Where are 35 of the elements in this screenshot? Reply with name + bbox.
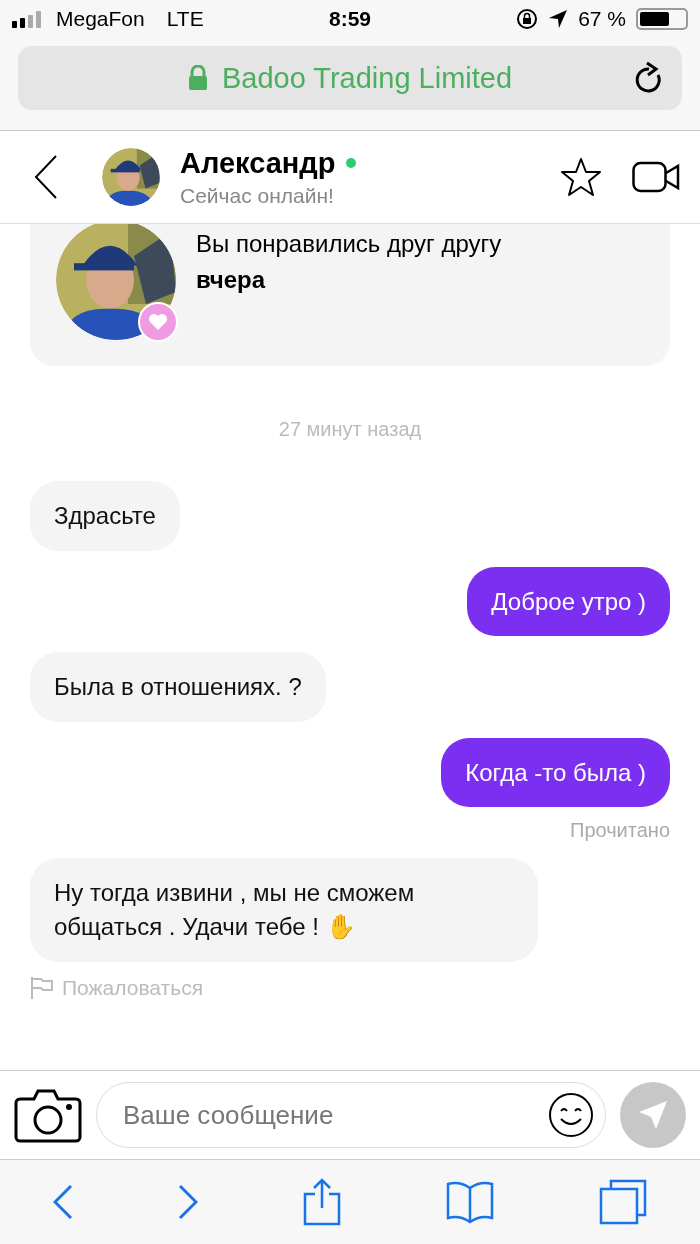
report-link[interactable]: Пожаловаться xyxy=(62,975,203,1000)
rotation-lock-icon xyxy=(516,8,539,30)
message-bubble: Здрасьте xyxy=(30,481,180,551)
lock-icon xyxy=(187,65,208,91)
message-bubble: Была в отношениях. ? xyxy=(30,652,326,722)
reload-icon[interactable] xyxy=(634,61,664,95)
read-receipt: Прочитано xyxy=(570,819,670,843)
message-bubble: Когда -то была ) xyxy=(441,737,670,808)
address-bar[interactable]: Badoo Trading Limited xyxy=(18,46,682,110)
tabs-icon[interactable] xyxy=(599,1179,648,1225)
match-text: Вы понравились друг другу xyxy=(196,230,502,258)
flag-icon xyxy=(30,975,54,1000)
share-icon[interactable] xyxy=(302,1178,341,1226)
bookmarks-icon[interactable] xyxy=(446,1180,495,1224)
timestamp: 27 минут назад xyxy=(277,418,423,441)
star-icon[interactable] xyxy=(560,157,602,197)
online-status: Сейчас онлайн! xyxy=(180,183,335,208)
heart-icon xyxy=(148,313,168,331)
send-icon xyxy=(637,1099,669,1131)
clock: 8:59 xyxy=(329,7,371,31)
location-arrow-icon xyxy=(548,9,569,29)
video-call-icon[interactable] xyxy=(632,161,680,193)
forward-icon[interactable] xyxy=(177,1184,198,1220)
camera-icon[interactable] xyxy=(14,1087,82,1143)
battery-icon xyxy=(636,8,688,30)
message-field[interactable]: Ваше сообщение xyxy=(96,1082,606,1148)
contact-name: Александр xyxy=(180,146,336,180)
smiley-icon[interactable] xyxy=(548,1092,594,1138)
battery-percent: 67 % xyxy=(578,7,626,31)
match-date: вчера xyxy=(196,266,267,294)
message-bubble: Ну тогда извини , мы не сможем общаться . Удачи тебе ! ✋ xyxy=(30,858,538,962)
network-type: LTE xyxy=(166,7,204,31)
message-bubble: Доброе утро ) xyxy=(467,566,670,637)
carrier-name: MegaFon xyxy=(56,7,145,31)
back-icon[interactable] xyxy=(34,154,58,200)
